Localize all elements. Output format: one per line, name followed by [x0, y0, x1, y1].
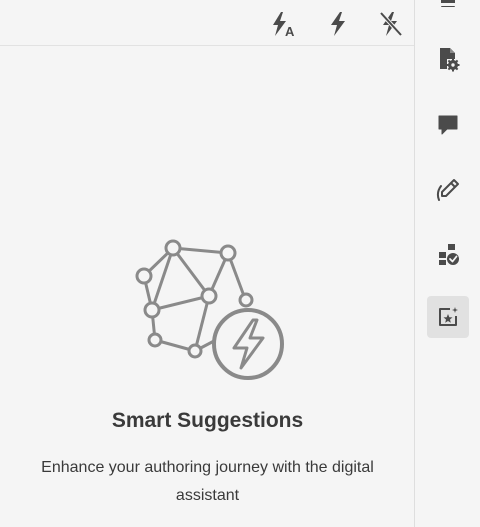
- network-lightning-icon: [135, 239, 284, 380]
- lightning-off-button[interactable]: [375, 8, 407, 40]
- empty-state-title: Smart Suggestions: [111, 409, 304, 432]
- comment-icon: [438, 115, 458, 135]
- rail-item-top-partial[interactable]: [427, 0, 469, 18]
- document-icon: [439, 0, 457, 7]
- rail-item-document-settings[interactable]: [427, 38, 469, 80]
- empty-state-description: Enhance your authoring journey with the …: [41, 459, 374, 504]
- right-rail: [415, 0, 480, 527]
- pen-icon: [436, 179, 459, 201]
- smart-suggestions-icon: [439, 307, 458, 326]
- panel-toolbar: A: [0, 0, 414, 46]
- lightning-a-button[interactable]: A: [268, 8, 300, 40]
- lightning-icon: [331, 12, 345, 36]
- letter-a-badge: A: [285, 24, 295, 38]
- rail-item-smart-suggestions[interactable]: [427, 296, 469, 338]
- rail-item-comment[interactable]: [427, 104, 469, 146]
- rail-item-blocks-check[interactable]: [427, 233, 469, 275]
- lightning-a-icon: A: [273, 12, 295, 38]
- document-settings-icon: [440, 48, 460, 72]
- lightning-off-icon: [379, 11, 403, 37]
- smart-suggestions-panel: A Smart Suggestions Enhance your authori…: [0, 0, 415, 527]
- blocks-check-icon: [439, 244, 459, 265]
- rail-item-pen[interactable]: [427, 169, 469, 211]
- lightning-button[interactable]: [322, 8, 354, 40]
